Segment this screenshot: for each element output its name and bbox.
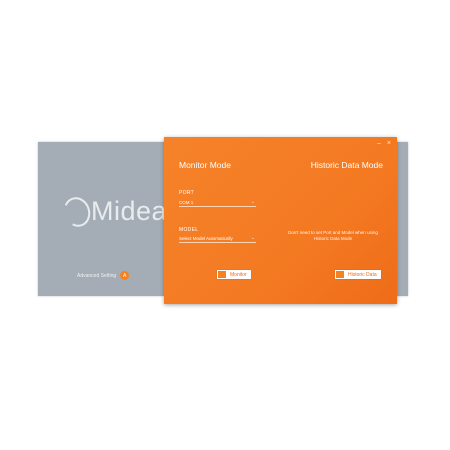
historic-data-button-label: Historic Data bbox=[348, 271, 377, 278]
tab-historic-data-mode[interactable]: Historic Data Mode bbox=[311, 160, 383, 170]
advanced-setting-link[interactable]: Advanced Setting A bbox=[77, 271, 130, 280]
monitor-icon bbox=[218, 271, 226, 278]
port-select[interactable]: COM 1 ⌄ bbox=[179, 198, 256, 207]
model-label: MODEL bbox=[179, 227, 199, 233]
port-value: COM 1 bbox=[179, 199, 194, 205]
monitor-button[interactable]: Monitor bbox=[217, 270, 251, 279]
main-window: – × Monitor Mode Historic Data Mode PORT… bbox=[164, 137, 397, 304]
brand-name: Midea bbox=[91, 196, 168, 226]
advanced-setting-icon[interactable]: A bbox=[120, 271, 130, 280]
close-icon[interactable]: × bbox=[387, 140, 391, 147]
window-controls: – × bbox=[377, 140, 391, 147]
chevron-down-icon: ⌄ bbox=[250, 199, 255, 205]
model-select[interactable]: Select Model Automatically ⌄ bbox=[179, 234, 256, 243]
advanced-setting-label: Advanced Setting bbox=[77, 272, 117, 279]
port-label: PORT bbox=[179, 190, 194, 196]
model-value: Select Model Automatically bbox=[179, 235, 233, 241]
logo-ring-icon bbox=[59, 192, 95, 231]
monitor-button-label: Monitor bbox=[230, 271, 247, 278]
minimize-icon[interactable]: – bbox=[377, 140, 381, 147]
historic-mode-note: Don't need to set Port and Model when us… bbox=[288, 230, 378, 241]
historic-data-button[interactable]: Historic Data bbox=[335, 270, 381, 279]
midea-logo: Midea bbox=[59, 192, 168, 231]
chevron-down-icon: ⌄ bbox=[250, 235, 255, 241]
historic-data-icon bbox=[336, 271, 344, 278]
tab-monitor-mode[interactable]: Monitor Mode bbox=[179, 160, 231, 170]
background-watermark bbox=[20, 48, 430, 88]
